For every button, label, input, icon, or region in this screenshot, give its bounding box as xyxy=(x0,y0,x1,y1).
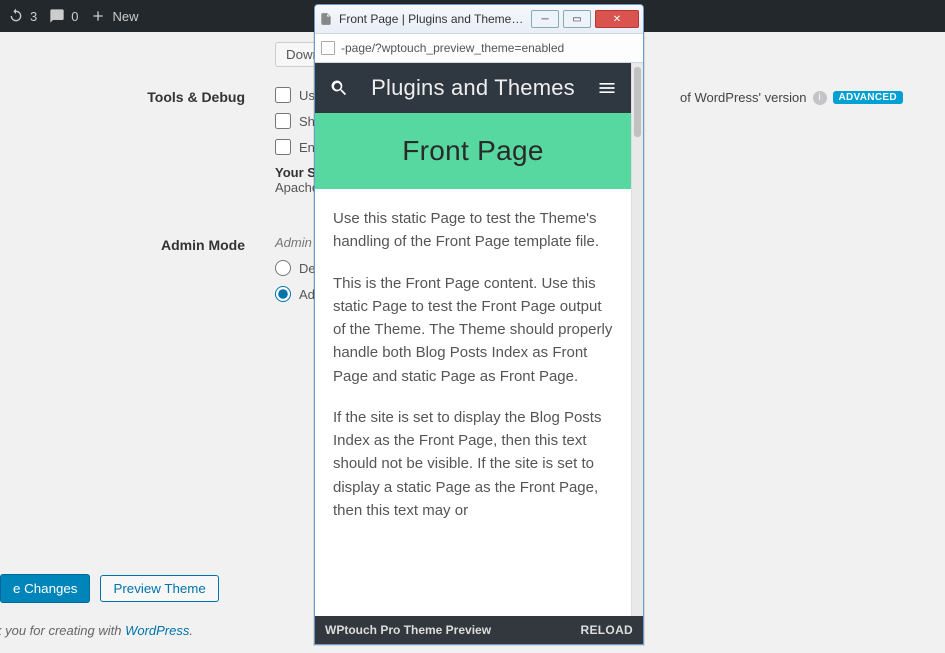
radio-default-input[interactable] xyxy=(275,260,291,276)
updates-icon xyxy=(8,8,24,24)
page-icon xyxy=(319,12,333,26)
updates-count: 3 xyxy=(30,9,37,24)
thankyou-suffix: . xyxy=(189,623,193,638)
advanced-badge: Advanced xyxy=(833,91,903,104)
mobile-page-title: Front Page xyxy=(315,113,631,189)
comment-icon xyxy=(49,8,65,24)
search-icon[interactable] xyxy=(329,78,349,98)
status-label: WPtouch Pro Theme Preview xyxy=(325,623,491,637)
doc-icon xyxy=(321,41,335,55)
plus-icon xyxy=(90,8,106,24)
content-p2: This is the Front Page content. Use this… xyxy=(333,272,613,388)
wordpress-link[interactable]: WordPress xyxy=(125,623,189,638)
popup-title: Front Page | Plugins and Themes - ... xyxy=(337,12,527,26)
content-p1: Use this static Page to test the Theme's… xyxy=(333,207,613,254)
mobile-preview: Plugins and Themes Front Page Use this s… xyxy=(315,63,631,616)
popup-scrollbar[interactable] xyxy=(631,63,643,616)
enab-checkbox[interactable] xyxy=(275,139,291,155)
thankyou-prefix: k you for creating with xyxy=(0,623,125,638)
popup-urlbar: -page/?wptouch_preview_theme=enabled xyxy=(315,33,643,63)
content-p3: If the site is set to display the Blog P… xyxy=(333,406,613,522)
version-hint: of WordPress' version i Advanced xyxy=(680,90,903,105)
show-checkbox[interactable] xyxy=(275,113,291,129)
mobile-content: Use this static Page to test the Theme's… xyxy=(315,189,631,550)
popup-body: Plugins and Themes Front Page Use this s… xyxy=(315,63,643,616)
close-button[interactable]: ✕ xyxy=(595,10,639,28)
reload-button[interactable]: RELOAD xyxy=(581,623,633,637)
mobile-site-title[interactable]: Plugins and Themes xyxy=(371,75,575,101)
info-icon[interactable]: i xyxy=(813,91,827,105)
comments-count: 0 xyxy=(71,9,78,24)
menu-icon[interactable] xyxy=(597,78,617,98)
scrollbar-thumb[interactable] xyxy=(634,67,641,137)
maximize-button[interactable]: ▭ xyxy=(563,10,591,28)
popup-url[interactable]: -page/?wptouch_preview_theme=enabled xyxy=(341,41,637,55)
popup-statusbar: WPtouch Pro Theme Preview RELOAD xyxy=(315,616,643,644)
mobile-header: Plugins and Themes xyxy=(315,63,631,113)
thankyou-footer: k you for creating with WordPress. xyxy=(0,623,198,638)
use-j-checkbox[interactable] xyxy=(275,87,291,103)
save-changes-button[interactable]: e Changes xyxy=(0,574,90,603)
new-item[interactable]: New xyxy=(90,8,138,24)
minimize-button[interactable]: ─ xyxy=(531,10,559,28)
comments-item[interactable]: 0 xyxy=(49,8,78,24)
updates-item[interactable]: 3 xyxy=(8,8,37,24)
theme-preview-popup: Front Page | Plugins and Themes - ... ─ … xyxy=(314,4,644,645)
section-label-tools: Tools & Debug xyxy=(20,87,275,105)
new-label: New xyxy=(112,9,138,24)
section-label-admin-mode: Admin Mode xyxy=(20,235,275,253)
preview-theme-button[interactable]: Preview Theme xyxy=(100,575,218,602)
radio-advanced-input[interactable] xyxy=(275,286,291,302)
version-hint-text: of WordPress' version xyxy=(680,90,807,105)
popup-titlebar[interactable]: Front Page | Plugins and Themes - ... ─ … xyxy=(315,5,643,33)
